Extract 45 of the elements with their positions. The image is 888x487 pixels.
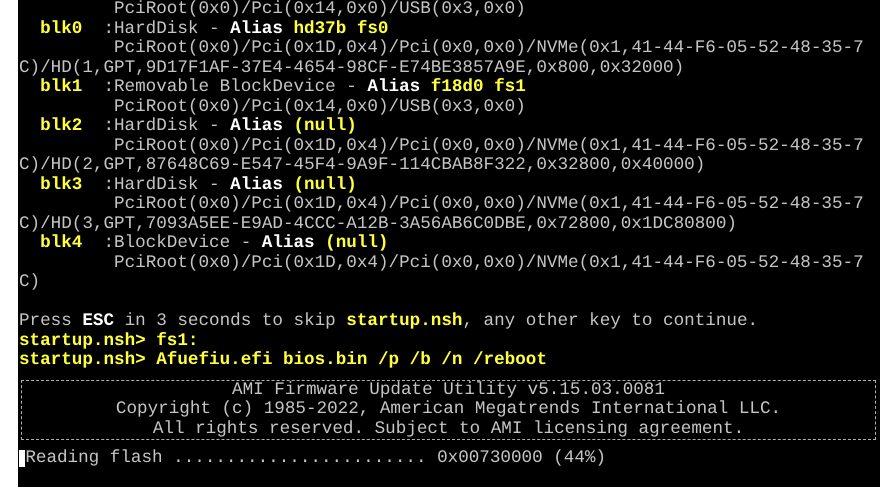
device-path: PciRoot(0x0)/Pci(0x14,0x0)/USB(0x3,0x0)	[114, 0, 526, 20]
device-type: :HardDisk -	[103, 117, 220, 136]
device-path: C)/HD(2,GPT,87648C69-E547-45F4-9A9F-114CBAB8F322,0x32800,0x40000)	[19, 156, 706, 176]
block-device-name: blk2	[40, 117, 84, 136]
device-path: C)	[19, 273, 40, 292]
device-path: PciRoot(0x0)/Pci(0x1D,0x4)/Pci(0x0,0x0)/NVMe(0x1,41-44-F6-05-52-48-35-7	[114, 136, 864, 156]
device-type: :Removable BlockDevice -	[103, 78, 357, 98]
block-device-name: blk1	[40, 78, 84, 98]
shell-prompt: startup.nsh>	[19, 332, 146, 351]
device-type: :BlockDevice -	[103, 234, 252, 254]
device-type: :HardDisk -	[103, 20, 220, 39]
alias-label: Alias	[230, 117, 283, 136]
progress-value: 0x00730000 (44%)	[437, 449, 606, 468]
alias-value: (null)	[325, 234, 388, 254]
message-text: , any other key to continue.	[462, 312, 758, 332]
device-path: C)/HD(3,GPT,7093A5EE-E9AD-4CCC-A12B-3A56AB6C0DBE,0x72800,0x1DC80800)	[19, 214, 737, 234]
block-device-name: blk4	[40, 234, 84, 254]
message-text: in 3 seconds to skip	[124, 312, 336, 332]
banner-text: Copyright (c) 1985-2022, American Megatrends International LLC.	[116, 400, 782, 420]
key-name: ESC	[82, 312, 114, 332]
block-device-name: blk0	[40, 20, 84, 39]
block-device-name: blk3	[40, 176, 84, 195]
device-path: PciRoot(0x0)/Pci(0x1D,0x4)/Pci(0x0,0x0)/NVMe(0x1,41-44-F6-05-52-48-35-7	[114, 254, 864, 273]
command-text: Afuefiu.efi bios.bin /p /b /n /reboot	[156, 351, 547, 370]
banner-text: All rights reserved. Subject to AMI licensing agreement.	[152, 420, 744, 439]
device-type: :HardDisk -	[103, 176, 220, 195]
command-text: fs1:	[156, 332, 198, 351]
alias-value: (null)	[293, 117, 357, 136]
alias-label: Alias	[230, 20, 283, 39]
device-path: C)/HD(1,GPT,9D17F1AF-37E4-4654-98CF-E74BE3857A9E,0x800,0x32000)	[19, 58, 684, 78]
message-text: Press	[19, 312, 72, 332]
device-path: PciRoot(0x0)/Pci(0x1D,0x4)/Pci(0x0,0x0)/NVMe(0x1,41-44-F6-05-52-48-35-7	[114, 39, 864, 58]
file-name: startup.nsh	[346, 312, 462, 332]
progress-label: Reading flash ........................	[25, 449, 427, 468]
device-path: PciRoot(0x0)/Pci(0x14,0x0)/USB(0x3,0x0)	[114, 98, 526, 117]
shell-prompt: startup.nsh>	[19, 351, 146, 370]
alias-value: f18d0 fs1	[430, 78, 526, 98]
alias-label: Alias	[230, 176, 283, 195]
alias-value: (null)	[293, 176, 357, 195]
device-path: PciRoot(0x0)/Pci(0x1D,0x4)/Pci(0x0,0x0)/NVMe(0x1,41-44-F6-05-52-48-35-7	[114, 195, 864, 214]
text-cursor	[19, 450, 26, 468]
banner-text: AMI Firmware Update Utility v5.15.03.0081	[232, 380, 665, 400]
alias-label: Alias	[262, 234, 315, 254]
alias-value: hd37b fs0	[293, 20, 388, 39]
alias-label: Alias	[367, 78, 420, 98]
